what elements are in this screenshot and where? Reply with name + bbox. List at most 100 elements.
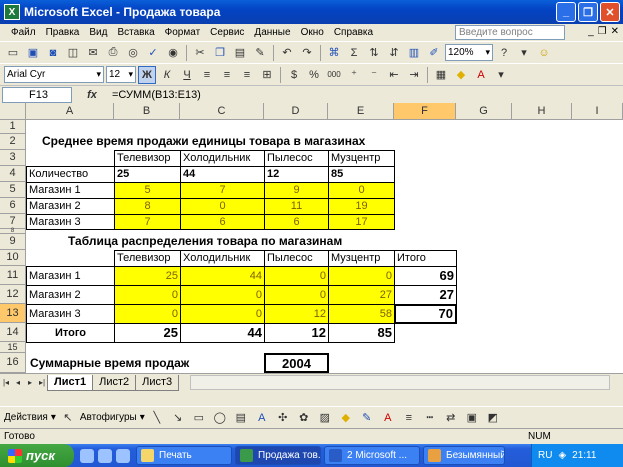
time-1-music[interactable]: 0: [328, 182, 395, 199]
menu-tools[interactable]: Сервис: [205, 27, 249, 38]
time-2-vacuum[interactable]: 11: [264, 198, 329, 215]
t2-header-music[interactable]: Музцентр: [328, 250, 395, 267]
time-2-music[interactable]: 19: [328, 198, 395, 215]
t2-header-tv[interactable]: Телевизор: [114, 250, 181, 267]
qty-vacuum[interactable]: 12: [264, 166, 329, 183]
zoom-combo[interactable]: 120%: [445, 44, 493, 61]
fx-icon[interactable]: fx: [72, 89, 112, 101]
total-music[interactable]: 85: [328, 323, 395, 343]
time-1-vacuum[interactable]: 9: [264, 182, 329, 199]
task-paint[interactable]: Безымянный - ...: [423, 446, 505, 465]
font-name-combo[interactable]: Arial Cyr: [4, 66, 104, 83]
actions-menu[interactable]: Действия: [4, 412, 48, 423]
menu-format[interactable]: Формат: [160, 27, 206, 38]
menu-edit[interactable]: Правка: [41, 27, 85, 38]
t2-store-3[interactable]: Магазин 3: [26, 304, 115, 324]
dist-3-vacuum[interactable]: 12: [264, 304, 329, 324]
t2-header-total[interactable]: Итого: [394, 250, 457, 267]
menu-file[interactable]: Файл: [6, 27, 41, 38]
open-icon[interactable]: ▣: [24, 44, 42, 62]
arrow-icon[interactable]: ↘: [169, 409, 187, 427]
column-header-b[interactable]: B: [114, 103, 180, 120]
align-left-icon[interactable]: ≡: [198, 66, 216, 84]
time-1-fridge[interactable]: 7: [180, 182, 265, 199]
dist-1-fridge[interactable]: 44: [180, 266, 265, 286]
fill-color-draw-icon[interactable]: ◆: [337, 409, 355, 427]
t2-store-1[interactable]: Магазин 1: [26, 266, 115, 286]
help-icon[interactable]: ?: [495, 44, 513, 62]
dist-1-tv[interactable]: 25: [114, 266, 181, 286]
t1-header-vacuum[interactable]: Пылесос: [264, 150, 329, 167]
italic-button[interactable]: К: [158, 66, 176, 84]
time-3-vacuum[interactable]: 6: [264, 214, 329, 230]
sheet-tab-2[interactable]: Лист2: [92, 374, 137, 391]
menu-insert[interactable]: Вставка: [112, 27, 159, 38]
t2-header-vacuum[interactable]: Пылесос: [264, 250, 329, 267]
hyperlink-icon[interactable]: ⌘: [325, 44, 343, 62]
dist-1-music[interactable]: 0: [328, 266, 395, 286]
t1-store-2[interactable]: Магазин 2: [26, 198, 115, 215]
row-header-6[interactable]: 6: [0, 198, 26, 214]
menu-data[interactable]: Данные: [249, 27, 295, 38]
quicklaunch-media-icon[interactable]: [116, 448, 130, 463]
thousands-button[interactable]: 000: [325, 66, 343, 84]
underline-button[interactable]: Ч: [178, 66, 196, 84]
row-header-10[interactable]: 10: [0, 250, 26, 266]
row-header-14[interactable]: 14: [0, 323, 26, 342]
undo-icon[interactable]: ↶: [278, 44, 296, 62]
dist-3-music[interactable]: 58: [328, 304, 395, 324]
toolbar-options-icon[interactable]: ▾: [492, 66, 510, 84]
first-sheet-icon[interactable]: |◂: [0, 378, 12, 387]
dist-2-tv[interactable]: 0: [114, 285, 181, 305]
align-right-icon[interactable]: ≡: [238, 66, 256, 84]
qty-tv[interactable]: 25: [114, 166, 181, 183]
time-3-tv[interactable]: 7: [114, 214, 181, 230]
rectangle-icon[interactable]: ▭: [190, 409, 208, 427]
time-2-tv[interactable]: 8: [114, 198, 181, 215]
row-header-1[interactable]: 1: [0, 120, 26, 134]
column-header-g[interactable]: G: [456, 103, 512, 120]
t2-store-2[interactable]: Магазин 2: [26, 285, 115, 305]
total-tv[interactable]: 25: [114, 323, 181, 343]
spreadsheet-grid[interactable]: A B C D E F G H I 1 2 3 4 5 6 7 8 9 10 1…: [0, 103, 623, 373]
font-color-icon[interactable]: A: [472, 66, 490, 84]
new-icon[interactable]: ▭: [4, 44, 22, 62]
column-header-i[interactable]: I: [572, 103, 623, 120]
menu-help[interactable]: Справка: [329, 27, 378, 38]
select-pointer-icon[interactable]: ↖: [59, 409, 77, 427]
decrease-indent-icon[interactable]: ⇤: [385, 66, 403, 84]
align-center-icon[interactable]: ≡: [218, 66, 236, 84]
time-3-fridge[interactable]: 6: [180, 214, 265, 230]
select-all-corner[interactable]: [0, 103, 26, 120]
clipart-icon[interactable]: ✿: [295, 409, 313, 427]
doc-restore-button[interactable]: ❐: [598, 26, 607, 37]
email-icon[interactable]: ✉: [84, 44, 102, 62]
smiley-icon[interactable]: ☺: [535, 44, 553, 62]
menu-window[interactable]: Окно: [296, 27, 329, 38]
format-painter-icon[interactable]: ✎: [251, 44, 269, 62]
save-icon[interactable]: ◙: [44, 44, 62, 62]
row-header-5[interactable]: 5: [0, 182, 26, 198]
quicklaunch-ie-icon[interactable]: [80, 448, 94, 463]
qty-music[interactable]: 85: [328, 166, 395, 183]
task-print[interactable]: Печать: [136, 446, 232, 465]
chart-wizard-icon[interactable]: ▥: [405, 44, 423, 62]
percent-button[interactable]: %: [305, 66, 323, 84]
row-header-12[interactable]: 12: [0, 285, 26, 304]
column-header-e[interactable]: E: [328, 103, 394, 120]
permission-icon[interactable]: ◫: [64, 44, 82, 62]
drawing-icon[interactable]: ✐: [425, 44, 443, 62]
line-color-icon[interactable]: ✎: [358, 409, 376, 427]
t1-header-tv[interactable]: Телевизор: [114, 150, 181, 167]
autoshapes-menu[interactable]: Автофигуры: [80, 412, 137, 423]
totals-label[interactable]: Итого: [26, 323, 115, 343]
column-header-a[interactable]: A: [26, 103, 114, 120]
dist-3-fridge[interactable]: 0: [180, 304, 265, 324]
row-header-16[interactable]: 16: [0, 353, 26, 373]
tray-icon[interactable]: ◈: [558, 450, 566, 461]
time-3-music[interactable]: 17: [328, 214, 395, 230]
task-excel[interactable]: Продажа тов...: [235, 446, 321, 465]
fill-color-icon[interactable]: ◆: [452, 66, 470, 84]
dist-2-music[interactable]: 27: [328, 285, 395, 305]
total-fridge[interactable]: 44: [180, 323, 265, 343]
